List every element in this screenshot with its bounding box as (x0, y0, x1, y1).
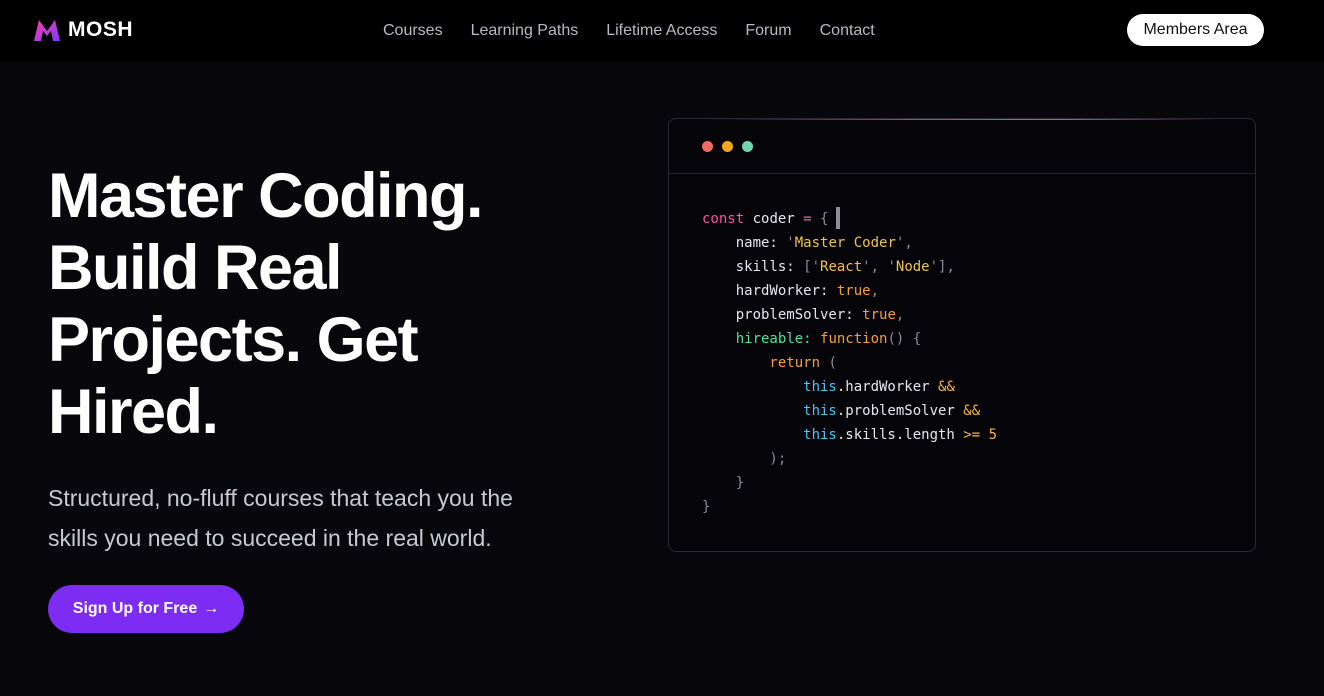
code-snippet: const coder = { name: 'Master Coder', sk… (702, 207, 997, 519)
nav-link-forum[interactable]: Forum (745, 22, 791, 40)
code-line: } (702, 471, 997, 495)
code-token: ( (820, 355, 837, 371)
code-line: skills: ['React', 'Node'], (702, 255, 997, 279)
code-line: return ( (702, 351, 997, 375)
nav-link-contact[interactable]: Contact (820, 22, 875, 40)
nav-links: Courses Learning Paths Lifetime Access F… (383, 0, 875, 62)
hero-title-line: Build Real (48, 233, 343, 303)
code-token: = (803, 211, 812, 227)
code-token: .hardWorker (836, 379, 939, 395)
code-token: ); (702, 451, 787, 467)
sign-up-button[interactable]: Sign Up for Free → (48, 585, 244, 633)
hero-title-line: Master Coding. (48, 161, 484, 231)
code-token: '], (929, 259, 955, 275)
code-line: hireable: function() { (702, 327, 997, 351)
code-token: .skills.length (836, 427, 964, 443)
code-token: problemSolver: (702, 307, 863, 323)
hero-title-line: Projects. Get (48, 305, 419, 375)
mosh-logo-icon (34, 20, 60, 41)
members-area-button[interactable]: Members Area (1127, 14, 1264, 46)
code-token: function (820, 331, 888, 347)
code-token: ', ' (862, 259, 896, 275)
code-token: return (702, 355, 821, 371)
sign-up-label: Sign Up for Free (72, 600, 198, 617)
hero-subtitle-line: Structured, no-fluff courses that teach … (48, 485, 513, 511)
code-token: skills: (702, 259, 804, 275)
code-token: , (904, 235, 913, 251)
hero-title-line: Hired. (48, 377, 219, 447)
code-token: true (836, 283, 871, 299)
top-navbar: MOSH Courses Learning Paths Lifetime Acc… (0, 0, 1324, 62)
nav-link-courses[interactable]: Courses (383, 22, 443, 40)
code-line: this.problemSolver && (702, 399, 997, 423)
brand-name: MOSH (68, 18, 133, 41)
brand-logo[interactable]: MOSH (32, 17, 133, 43)
code-token: ' (786, 235, 795, 251)
code-token: this (702, 403, 837, 419)
code-token: Master Coder (794, 235, 896, 251)
window-maximize-dot-icon (742, 141, 753, 152)
code-token: name: (702, 235, 787, 251)
window-minimize-dot-icon (722, 141, 733, 152)
code-window: const coder = { name: 'Master Coder', sk… (668, 118, 1256, 552)
code-token: } (702, 499, 711, 515)
window-close-dot-icon (702, 141, 713, 152)
hero-subtitle: Structured, no-fluff courses that teach … (48, 478, 588, 558)
code-token: () { (887, 331, 922, 347)
code-token: , (895, 307, 905, 323)
code-line: } (702, 495, 997, 519)
code-line: hardWorker: true, (702, 279, 997, 303)
code-token: coder (744, 211, 804, 227)
code-token: { (811, 211, 829, 227)
code-token: [' (803, 259, 821, 275)
code-token: this (702, 379, 837, 395)
code-line: ); (702, 447, 997, 471)
text-cursor-icon (836, 207, 841, 229)
code-token: 5 (980, 427, 998, 443)
hero-subtitle-line: skills you need to succeed in the real w… (48, 525, 492, 551)
code-token: hireable: (702, 331, 821, 347)
code-line: this.hardWorker && (702, 375, 997, 399)
code-token: .problemSolver (836, 403, 964, 419)
code-token: Node (895, 259, 930, 275)
code-token: && (938, 379, 955, 395)
code-token: true (862, 307, 896, 323)
code-line: problemSolver: true, (702, 303, 997, 327)
code-token: const (702, 211, 745, 227)
nav-link-learning-paths[interactable]: Learning Paths (471, 22, 579, 40)
code-token: React (820, 259, 863, 275)
code-token: >= (963, 427, 981, 443)
code-line: this.skills.length >= 5 (702, 423, 997, 447)
code-token: && (963, 403, 981, 419)
nav-link-lifetime-access[interactable]: Lifetime Access (606, 22, 717, 40)
code-line: const coder = { (702, 207, 997, 231)
arrow-right-icon: → (203, 600, 220, 617)
code-token: } (702, 475, 745, 491)
code-token: hardWorker: (702, 283, 837, 299)
hero-title: Master Coding. Build Real Projects. Get … (48, 160, 608, 448)
code-line: name: 'Master Coder', (702, 231, 997, 255)
code-window-header (669, 119, 1255, 174)
code-token: , (870, 283, 880, 299)
code-token: this (702, 427, 837, 443)
